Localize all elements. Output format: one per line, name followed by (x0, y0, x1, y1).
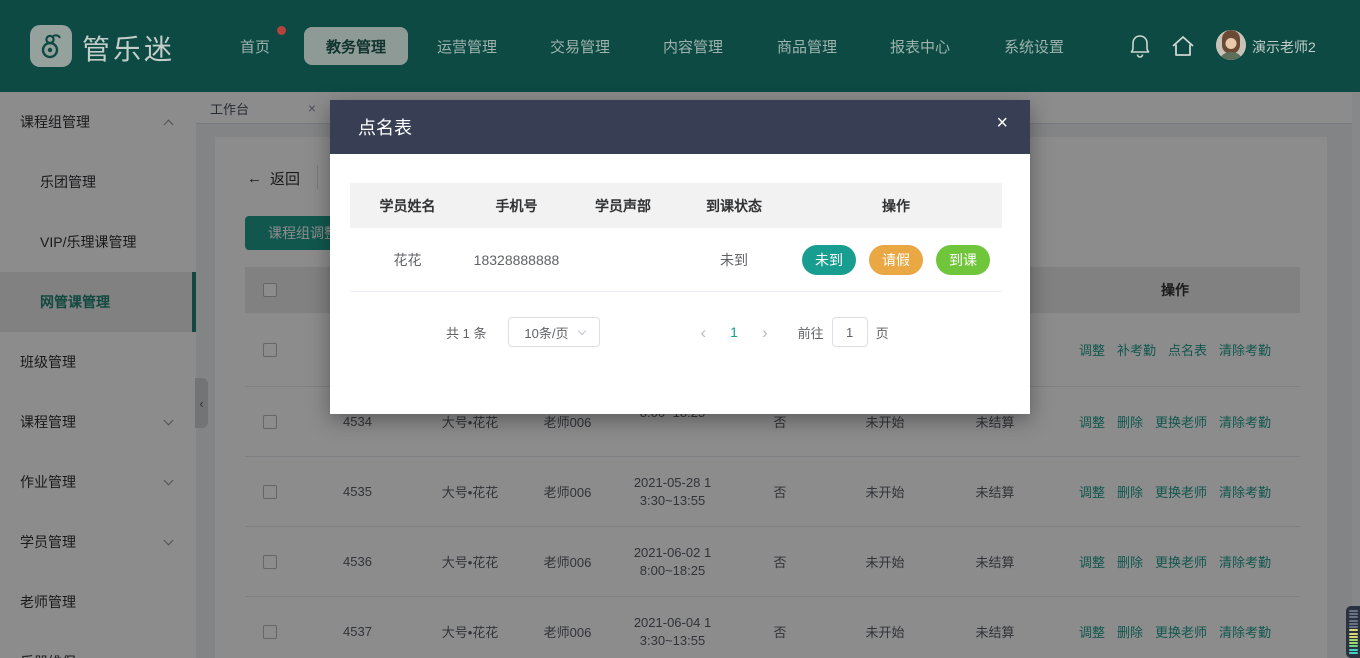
dropdown-caret-icon (577, 326, 585, 334)
nav-item-home[interactable]: 首页 (240, 36, 270, 57)
top-nav: 管乐迷 首页 教务管理 运营管理 交易管理 内容管理 商品管理 报表中心 系统设… (0, 0, 1360, 92)
col-voice-part: 学员声部 (568, 196, 678, 216)
nav-item-reports[interactable]: 报表中心 (890, 36, 950, 57)
goto-unit: 页 (876, 323, 889, 342)
col-actions: 操作 (790, 196, 1002, 216)
bell-icon[interactable] (1128, 33, 1152, 64)
page-size-value: 10条/页 (524, 323, 568, 342)
modal-table-row: 花花 18328888888 未到 未到 请假 到课 (350, 228, 1002, 292)
mark-attended-button[interactable]: 到课 (936, 245, 990, 275)
close-icon[interactable]: × (996, 113, 1008, 133)
brand-name: 管乐迷 (82, 28, 175, 68)
nav-item-settings[interactable]: 系统设置 (1004, 36, 1064, 57)
student-phone: 18328888888 (465, 252, 568, 268)
mark-leave-button[interactable]: 请假 (869, 245, 923, 275)
student-name: 花花 (350, 250, 465, 270)
home-icon[interactable] (1170, 33, 1196, 64)
next-page-icon[interactable]: › (762, 324, 768, 341)
modal-table-header-row: 学员姓名 手机号 学员声部 到课状态 操作 (350, 183, 1002, 228)
col-attendance: 到课状态 (678, 196, 790, 216)
nav-item-products[interactable]: 商品管理 (777, 36, 837, 57)
attendance-status: 未到 (678, 250, 790, 270)
current-page[interactable]: 1 (730, 324, 738, 340)
goto-label: 前往 (798, 323, 824, 342)
brand-logo-icon (30, 25, 72, 67)
modal-header: 点名表 × (330, 100, 1030, 154)
col-phone: 手机号 (465, 196, 568, 216)
total-count: 共 1 条 (446, 323, 486, 342)
goto-page-input[interactable] (832, 317, 868, 347)
level-meter-widget (1346, 606, 1360, 658)
nav-item-operations[interactable]: 运营管理 (437, 36, 497, 57)
roll-call-table: 学员姓名 手机号 学员声部 到课状态 操作 花花 18328888888 未到 … (350, 183, 1002, 292)
mark-absent-button[interactable]: 未到 (802, 245, 856, 275)
col-student-name: 学员姓名 (350, 196, 465, 216)
page-size-select[interactable]: 10条/页 (508, 317, 600, 347)
avatar[interactable] (1216, 30, 1246, 60)
roll-call-modal: 点名表 × 学员姓名 手机号 学员声部 到课状态 操作 花花 183288888… (330, 100, 1030, 414)
nav-item-transactions[interactable]: 交易管理 (550, 36, 610, 57)
notification-dot (277, 26, 286, 35)
nav-item-academic-active[interactable]: 教务管理 (304, 27, 408, 65)
nav-item-content[interactable]: 内容管理 (663, 36, 723, 57)
username[interactable]: 演示老师2 (1252, 37, 1316, 57)
pagination: 共 1 条 10条/页 ‹ 1 › 前往 页 (446, 316, 889, 348)
modal-title: 点名表 (358, 114, 412, 140)
prev-page-icon[interactable]: ‹ (700, 324, 706, 341)
